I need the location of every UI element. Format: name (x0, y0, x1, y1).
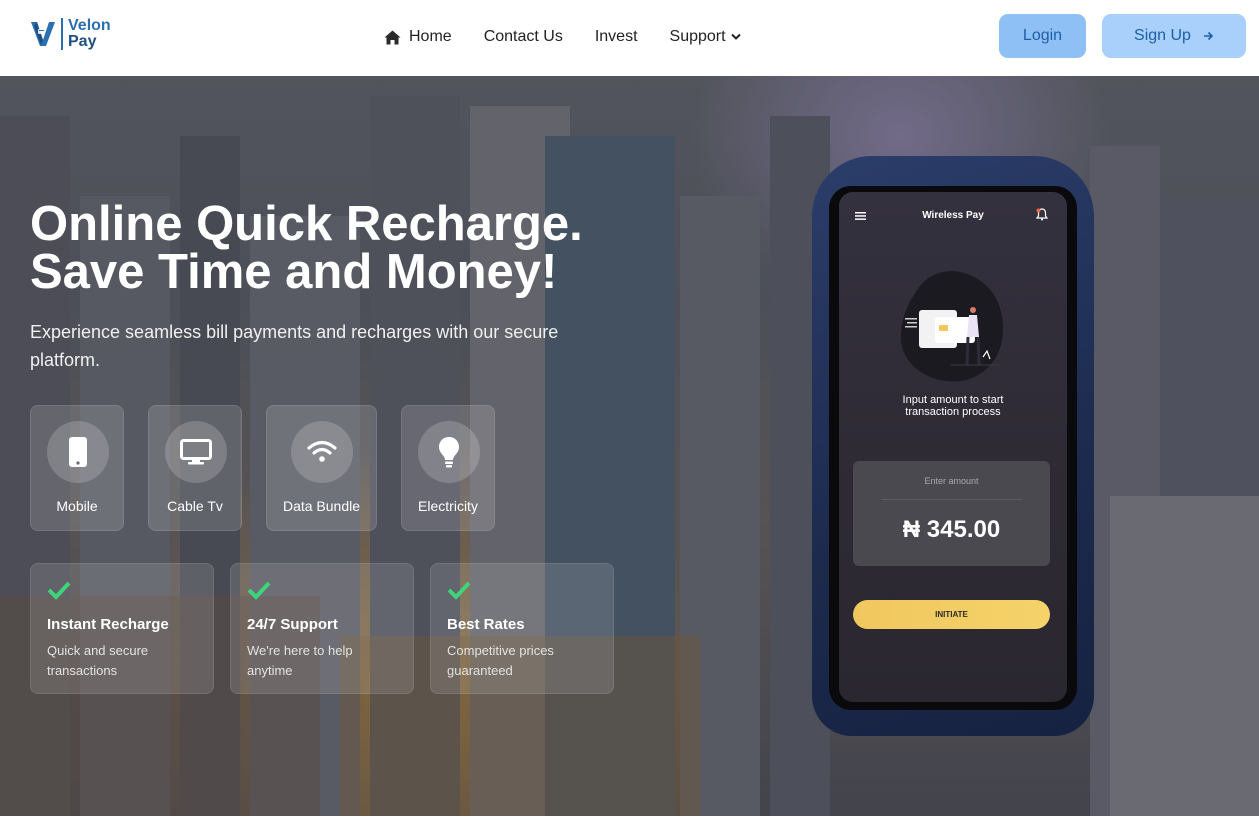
service-icon-circle (291, 421, 353, 483)
amount-value: ₦ 345.00 (902, 516, 1001, 543)
hero-title: Online Quick Recharge. Save Time and Mon… (30, 197, 650, 299)
phone-caption-line1: Input amount to start (902, 394, 1004, 406)
nav-contact-label: Contact Us (483, 28, 563, 45)
check-icon (47, 581, 71, 600)
feature-description: We're here to help anytime (247, 643, 353, 678)
main-nav: Home Contact Us Invest Support (384, 26, 741, 48)
login-button-label: Login (1022, 27, 1063, 44)
feature-title: Instant Recharge (47, 616, 169, 633)
service-icon-circle (47, 421, 109, 483)
nav-home-link[interactable]: Home (384, 28, 452, 46)
velon-v-logo-icon (31, 22, 55, 46)
login-button[interactable]: Login (999, 14, 1086, 58)
feature-card: Instant Recharge Quick and secure transa… (30, 563, 214, 694)
feature-title: 24/7 Support (247, 616, 338, 633)
chevron-down-icon (730, 33, 741, 40)
hero-subtitle: Experience seamless bill payments and re… (30, 322, 559, 370)
check-icon (247, 581, 271, 600)
amount-input-card[interactable]: Enter amount ₦ 345.00 (853, 461, 1050, 566)
lightbulb-icon (439, 437, 459, 468)
site-header: Velon Pay Home Contact Us Invest Support… (0, 0, 1259, 76)
service-cable-tv-label: Cable Tv (167, 498, 223, 514)
tv-monitor-icon (180, 439, 212, 465)
brand-name-line1: Velon (68, 17, 111, 34)
nav-support-label: Support (669, 28, 726, 45)
service-electricity[interactable]: Electricity (401, 405, 495, 531)
hero-title-line2: Save Time and Money! (30, 245, 558, 299)
nav-support-dropdown[interactable]: Support (670, 28, 741, 46)
service-mobile-label: Mobile (56, 498, 98, 514)
signup-button[interactable]: Sign Up (1102, 14, 1246, 58)
phone-mockup: Wireless Pay Input amount to start trans… (812, 156, 1094, 736)
mobile-phone-icon (69, 437, 87, 467)
check-icon (447, 581, 471, 600)
phone-caption: Input amount to start transaction proces… (839, 394, 1067, 418)
amount-divider (881, 499, 1022, 500)
home-icon (384, 30, 401, 44)
feature-description: Quick and secure transactions (47, 643, 149, 678)
feature-description: Competitive prices guaranteed (447, 643, 554, 678)
phone-caption-line2: transaction process (905, 406, 1001, 418)
payment-card-illustration (900, 271, 1004, 382)
wifi-icon (307, 440, 337, 462)
logo-divider (61, 18, 63, 50)
service-mobile[interactable]: Mobile (30, 405, 124, 531)
nav-invest-link[interactable]: Invest (595, 28, 638, 46)
service-data-bundle[interactable]: Data Bundle (266, 405, 377, 531)
feature-title: Best Rates (447, 616, 525, 633)
feature-card: 24/7 Support We're here to help anytime (230, 563, 414, 694)
amount-placeholder: Enter amount (924, 476, 979, 486)
signup-button-label: Sign Up (1134, 27, 1191, 44)
service-icon-circle (418, 421, 480, 483)
brand-name: Velon Pay (68, 18, 111, 50)
brand-name-line2: Pay (68, 33, 97, 50)
phone-app-title: Wireless Pay (922, 210, 984, 221)
arrow-right-icon (1203, 31, 1214, 41)
service-electricity-label: Electricity (418, 498, 478, 514)
hero-section: Online Quick Recharge. Save Time and Mon… (0, 76, 1259, 816)
service-icon-circle (165, 421, 227, 483)
nav-invest-label: Invest (594, 28, 638, 45)
brand-logo[interactable]: Velon Pay (29, 18, 111, 50)
bell-notification-icon (1036, 208, 1048, 221)
nav-home-label: Home (409, 28, 452, 45)
nav-contact-link[interactable]: Contact Us (484, 28, 563, 46)
phone-screen: Wireless Pay Input amount to start trans… (839, 192, 1067, 702)
hero-title-line1: Online Quick Recharge. (30, 197, 583, 251)
initiate-button[interactable]: INITIATE (853, 600, 1050, 629)
service-cable-tv[interactable]: Cable Tv (148, 405, 242, 531)
feature-card: Best Rates Competitive prices guaranteed (430, 563, 614, 694)
service-data-bundle-label: Data Bundle (282, 498, 361, 514)
initiate-button-label: INITIATE (935, 610, 968, 619)
